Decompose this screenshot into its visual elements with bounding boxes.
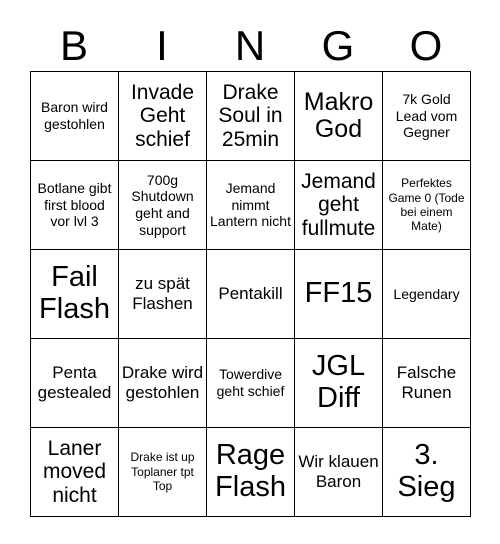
bingo-cell[interactable]: 7k Gold Lead vom Gegner xyxy=(382,71,471,161)
bingo-grid: Baron wird gestohlen Invade Geht schief … xyxy=(30,71,471,517)
bingo-row: Laner moved nicht Drake ist up Toplaner … xyxy=(30,427,471,517)
bingo-header-letter-g: G xyxy=(321,22,355,69)
bingo-header-letter-o: O xyxy=(409,22,443,69)
bingo-cell[interactable]: Makro God xyxy=(294,71,383,161)
bingo-cell[interactable]: Jemand nimmt Lantern nicht xyxy=(206,160,295,250)
bingo-header-row: B I N G O xyxy=(30,0,470,71)
bingo-cell[interactable]: zu spät Flashen xyxy=(118,249,207,339)
bingo-cell[interactable]: Drake Soul in 25min xyxy=(206,71,295,161)
bingo-header-letter-b: B xyxy=(59,22,88,69)
bingo-cell-label: 7k Gold Lead vom Gegner xyxy=(395,91,458,141)
bingo-cell-label: 3. Sieg xyxy=(397,439,456,503)
bingo-cell-label: Drake ist up Toplaner tpt Top xyxy=(130,450,195,494)
bingo-cell[interactable]: Botlane gibt first blood vor lvl 3 xyxy=(30,160,119,250)
bingo-cell-label: Towerdive geht schief xyxy=(216,366,285,399)
bingo-cell[interactable]: Invade Geht schief xyxy=(118,71,207,161)
bingo-cell-label: Jemand nimmt Lantern nicht xyxy=(210,180,291,230)
bingo-cell-label: FF15 xyxy=(304,277,373,310)
bingo-cell-label: Pentakill xyxy=(218,284,283,304)
bingo-cell-label: Botlane gibt first blood vor lvl 3 xyxy=(37,180,112,230)
bingo-cell-label: Laner moved nicht xyxy=(42,436,107,507)
bingo-cell[interactable]: Baron wird gestohlen xyxy=(30,71,119,161)
bingo-cell-label: Drake Soul in 25min xyxy=(218,80,283,151)
bingo-cell-label: Invade Geht schief xyxy=(130,80,195,151)
bingo-header-letter-i: I xyxy=(156,22,168,69)
bingo-cell[interactable]: FF15 xyxy=(294,249,383,339)
bingo-cell-label: Legendary xyxy=(393,285,460,302)
bingo-cell-label: Makro God xyxy=(303,87,374,143)
bingo-cell-label: Perfektes Game 0 (Tode bei einem Mate) xyxy=(388,176,465,234)
bingo-cell-label: 700g Shutdown geht and support xyxy=(131,171,194,238)
bingo-row: Baron wird gestohlen Invade Geht schief … xyxy=(30,71,471,161)
bingo-cell-label: Rage Flash xyxy=(215,439,286,503)
bingo-cell-label: JGL Diff xyxy=(311,350,366,414)
bingo-header-letter-n: N xyxy=(234,22,266,69)
bingo-cell-label: zu spät Flashen xyxy=(132,274,193,313)
bingo-cell[interactable]: Penta gestealed xyxy=(30,338,119,428)
bingo-card: B I N G O Baron wird gestohlen Invade Ge… xyxy=(30,0,471,517)
bingo-cell[interactable]: Perfektes Game 0 (Tode bei einem Mate) xyxy=(382,160,471,250)
bingo-cell-label: Fail Flash xyxy=(39,261,110,325)
bingo-cell[interactable]: 700g Shutdown geht and support xyxy=(118,160,207,250)
bingo-cell-label: Baron wird gestohlen xyxy=(41,99,108,132)
bingo-cell-label: Jemand geht fullmute xyxy=(301,169,376,240)
bingo-cell[interactable]: Falsche Runen xyxy=(382,338,471,428)
bingo-cell[interactable]: Legendary xyxy=(382,249,471,339)
bingo-cell[interactable]: Drake wird gestohlen xyxy=(118,338,207,428)
bingo-cell[interactable]: Fail Flash xyxy=(30,249,119,339)
bingo-cell[interactable]: Jemand geht fullmute xyxy=(294,160,383,250)
bingo-cell[interactable]: Laner moved nicht xyxy=(30,427,119,517)
bingo-cell[interactable]: Towerdive geht schief xyxy=(206,338,295,428)
bingo-cell[interactable]: Wir klauen Baron xyxy=(294,427,383,517)
bingo-cell-label: Penta gestealed xyxy=(37,363,112,402)
bingo-cell-label: Drake wird gestohlen xyxy=(121,363,204,402)
bingo-row: Botlane gibt first blood vor lvl 3 700g … xyxy=(30,160,471,250)
bingo-cell[interactable]: Drake ist up Toplaner tpt Top xyxy=(118,427,207,517)
bingo-cell-label: Falsche Runen xyxy=(396,363,457,402)
bingo-cell[interactable]: JGL Diff xyxy=(294,338,383,428)
bingo-row: Penta gestealed Drake wird gestohlen Tow… xyxy=(30,338,471,428)
bingo-cell-label: Wir klauen Baron xyxy=(298,452,379,491)
bingo-cell[interactable]: Rage Flash xyxy=(206,427,295,517)
bingo-row: Fail Flash zu spät Flashen Pentakill FF1… xyxy=(30,249,471,339)
bingo-cell[interactable]: Pentakill xyxy=(206,249,295,339)
bingo-cell[interactable]: 3. Sieg xyxy=(382,427,471,517)
